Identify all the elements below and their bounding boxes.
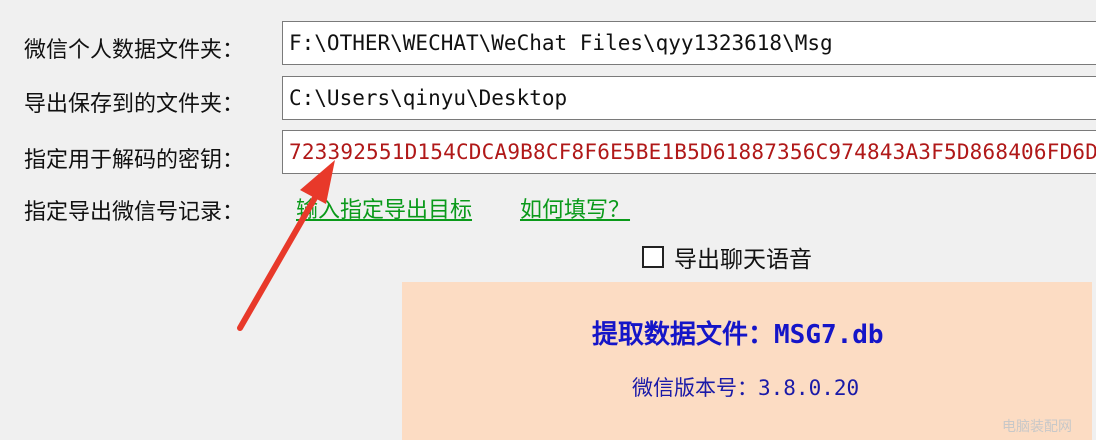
watermark: 电脑装配网: [1002, 419, 1072, 435]
annotation-arrow-icon: [237, 160, 335, 331]
